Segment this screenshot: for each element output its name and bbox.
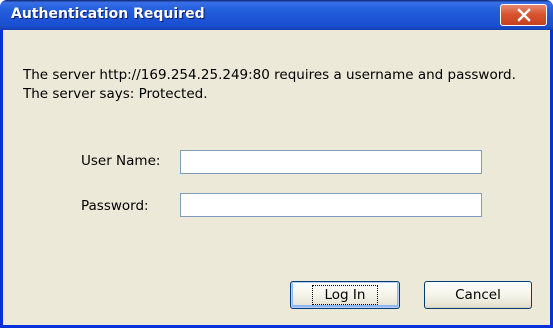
auth-message: The server http://169.254.25.249:80 requ… <box>23 67 516 102</box>
close-x-icon <box>516 8 531 22</box>
title-bar[interactable]: Authentication Required <box>0 0 553 30</box>
username-field[interactable] <box>180 150 482 174</box>
window-title: Authentication Required <box>11 6 205 22</box>
auth-dialog-window: Authentication Required The server http:… <box>0 0 553 328</box>
login-button[interactable]: Log In <box>290 281 400 309</box>
cancel-button[interactable]: Cancel <box>424 281 532 309</box>
username-label: User Name: <box>81 153 161 169</box>
login-button-label: Log In <box>311 285 379 305</box>
password-label: Password: <box>81 198 149 214</box>
password-field[interactable] <box>180 193 482 217</box>
dialog-body: The server http://169.254.25.249:80 requ… <box>3 30 550 325</box>
close-button[interactable] <box>500 4 547 26</box>
